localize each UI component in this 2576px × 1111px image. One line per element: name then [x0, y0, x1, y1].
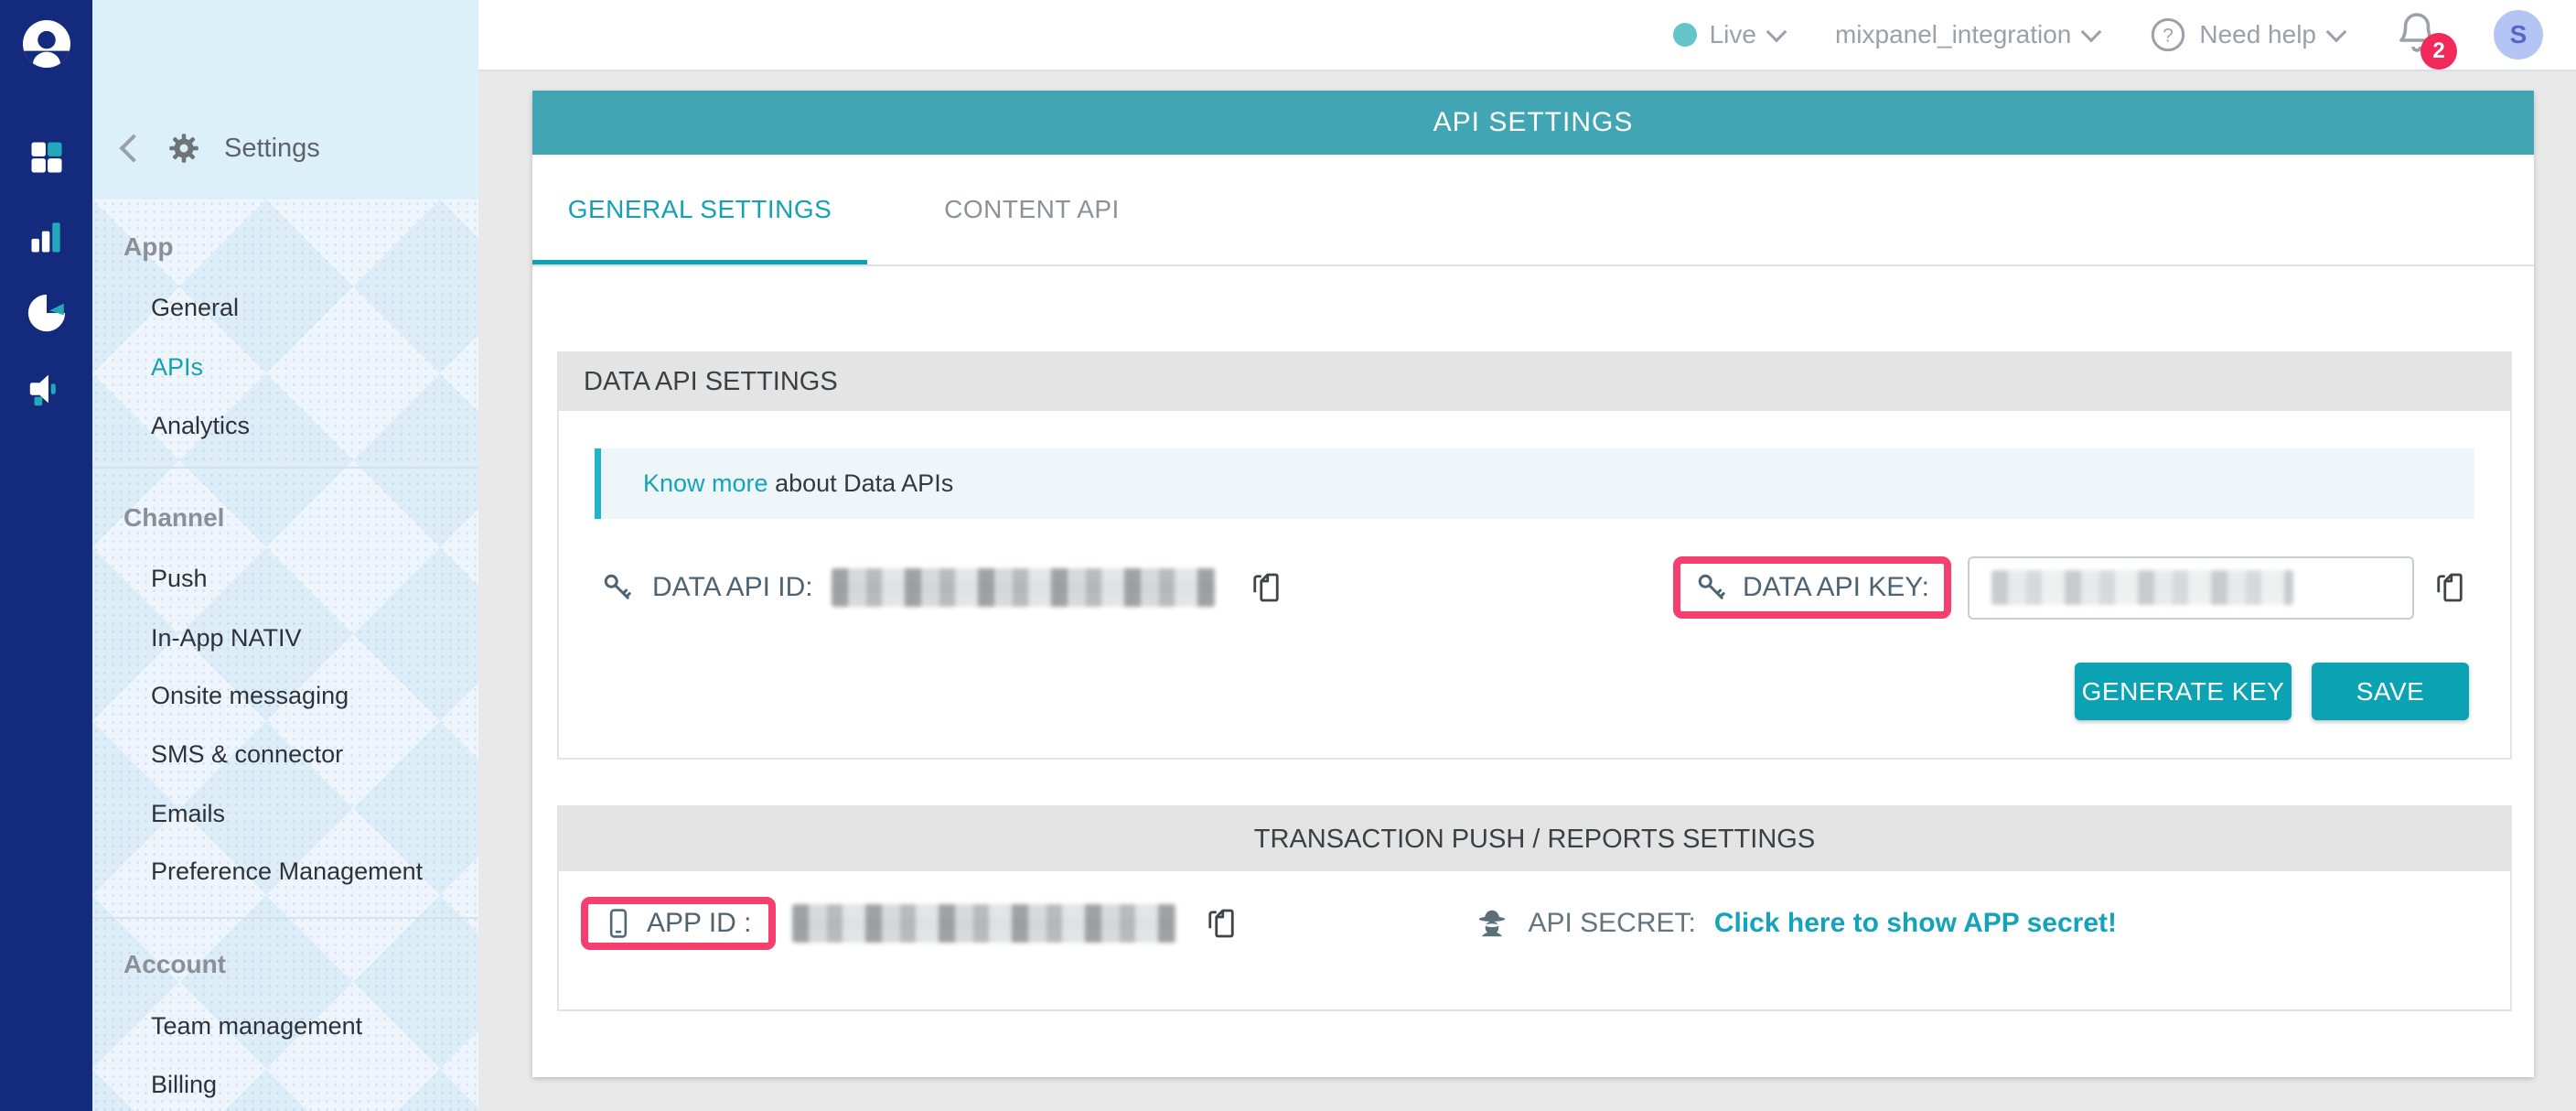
- page-title: API SETTINGS: [1433, 107, 1634, 138]
- sidebar-title: Settings: [224, 134, 320, 164]
- tab-general-settings-label: GENERAL SETTINGS: [568, 195, 832, 224]
- back-chevron-icon[interactable]: [119, 134, 147, 162]
- tab-content-api[interactable]: CONTENT API: [867, 155, 1197, 264]
- transaction-push-reports-section: TRANSACTION PUSH / REPORTS SETTINGS APP …: [557, 805, 2512, 1011]
- tab-general-settings[interactable]: GENERAL SETTINGS: [532, 155, 867, 264]
- spy-secret-icon: [1475, 906, 1509, 941]
- copy-data-api-key-button[interactable]: [2431, 568, 2469, 607]
- key-icon: [601, 571, 634, 604]
- settings-sidebar: Settings App General APIs Analytics Chan…: [92, 0, 478, 1111]
- copy-app-id-button[interactable]: [1202, 904, 1240, 943]
- sidebar-group-app: App: [123, 227, 510, 267]
- question-circle-icon: ?: [2150, 16, 2186, 53]
- know-more-link[interactable]: Know more: [643, 469, 768, 498]
- sidebar-item-push[interactable]: Push: [151, 558, 537, 599]
- megaphone-icon: [26, 368, 68, 410]
- sidebar-item-sms-connector[interactable]: SMS & connector: [151, 734, 537, 774]
- app-id-annotation: APP ID :: [581, 897, 776, 950]
- copy-icon: [1202, 904, 1240, 943]
- copy-icon: [1247, 568, 1285, 607]
- active-tab-underline: [532, 260, 867, 264]
- brand-logo[interactable]: [0, 20, 92, 68]
- sidebar-item-billing[interactable]: Billing: [151, 1064, 537, 1105]
- sidebar-item-inapp-nativ[interactable]: In-App NATIV: [151, 618, 537, 658]
- environment-selector[interactable]: Live: [1673, 20, 1784, 49]
- sidebar-group-channel: Channel: [123, 498, 510, 538]
- chevron-down-icon: [2326, 22, 2347, 43]
- chevron-down-icon: [2081, 22, 2102, 43]
- app-id-value-redacted: [792, 904, 1176, 943]
- svg-text:?: ?: [2163, 26, 2174, 47]
- sidebar-header: Settings: [92, 0, 478, 200]
- avatar-logo-icon: [23, 20, 70, 68]
- environment-label: Live: [1710, 20, 1756, 49]
- sidebar-item-team-management[interactable]: Team management: [151, 1006, 537, 1046]
- sidebar-group-account: Account: [123, 944, 510, 985]
- show-app-secret-link[interactable]: Click here to show APP secret!: [1714, 908, 2117, 939]
- sidebar-item-dashboard[interactable]: [0, 137, 92, 178]
- data-api-id-label: DATA API ID:: [652, 572, 813, 603]
- data-api-key-annotation: DATA API KEY:: [1673, 556, 1951, 619]
- data-api-id-value-redacted: [832, 568, 1216, 607]
- sidebar-item-analytics-app[interactable]: Analytics: [151, 405, 537, 446]
- topbar: Live mixpanel_integration ? Need help 2 …: [478, 0, 2576, 71]
- transaction-section-title: TRANSACTION PUSH / REPORTS SETTINGS: [1254, 825, 1815, 855]
- mobile-phone-icon: [605, 908, 632, 939]
- sidebar-divider: [92, 917, 478, 919]
- sidebar-divider: [92, 467, 478, 469]
- data-api-settings-title: DATA API SETTINGS: [584, 367, 838, 397]
- section-header: TRANSACTION PUSH / REPORTS SETTINGS: [559, 807, 2510, 871]
- help-menu[interactable]: ? Need help: [2150, 16, 2344, 53]
- sidebar-item-general[interactable]: General: [151, 287, 537, 328]
- grid-icon: [27, 137, 67, 178]
- sidebar-item-emails[interactable]: Emails: [151, 793, 537, 834]
- section-header: DATA API SETTINGS: [559, 353, 2510, 411]
- api-settings-card: API SETTINGS GENERAL SETTINGS CONTENT AP…: [532, 91, 2534, 1077]
- copy-data-api-id-button[interactable]: [1247, 568, 1285, 607]
- notification-badge: 2: [2420, 33, 2457, 70]
- generate-key-button[interactable]: GENERATE KEY: [2075, 663, 2292, 720]
- app-id-label: APP ID :: [647, 908, 752, 939]
- primary-navbar: [0, 0, 92, 1111]
- key-icon: [1695, 571, 1728, 604]
- sidebar-item-apis[interactable]: APIs: [151, 347, 537, 387]
- sidebar-item-onsite-messaging[interactable]: Onsite messaging: [151, 675, 537, 716]
- project-selector[interactable]: mixpanel_integration: [1835, 20, 2098, 49]
- sidebar-item-preference-management[interactable]: Preference Management: [151, 851, 537, 891]
- sidebar-menu: App General APIs Analytics Channel Push …: [92, 200, 478, 1111]
- help-label: Need help: [2199, 20, 2316, 49]
- tab-bar: GENERAL SETTINGS CONTENT API: [532, 155, 2534, 266]
- know-more-rest: about Data APIs: [768, 469, 954, 498]
- api-secret-label: API SECRET:: [1528, 908, 1695, 939]
- gear-icon: [167, 132, 200, 165]
- chevron-down-icon: [1766, 22, 1787, 43]
- data-api-key-input[interactable]: [1968, 556, 2414, 620]
- tab-content-api-label: CONTENT API: [944, 195, 1120, 224]
- data-api-key-value-redacted: [1991, 570, 2293, 605]
- pie-chart-icon: [26, 292, 68, 334]
- user-avatar[interactable]: S: [2494, 10, 2543, 59]
- live-status-dot: [1673, 23, 1697, 47]
- sidebar-item-campaigns[interactable]: [0, 368, 92, 410]
- data-api-settings-section: DATA API SETTINGS Know more about Data A…: [557, 351, 2512, 760]
- bar-chart-icon: [27, 217, 67, 257]
- page-title-bar: API SETTINGS: [532, 91, 2534, 155]
- sidebar-item-analytics[interactable]: [0, 217, 92, 257]
- copy-icon: [2431, 568, 2469, 607]
- know-more-banner: Know more about Data APIs: [595, 448, 2474, 519]
- sidebar-item-segments[interactable]: [0, 292, 92, 334]
- notifications-button[interactable]: 2: [2395, 9, 2442, 60]
- data-api-key-label: DATA API KEY:: [1743, 572, 1929, 603]
- project-name: mixpanel_integration: [1835, 20, 2071, 49]
- save-button[interactable]: SAVE: [2312, 663, 2469, 720]
